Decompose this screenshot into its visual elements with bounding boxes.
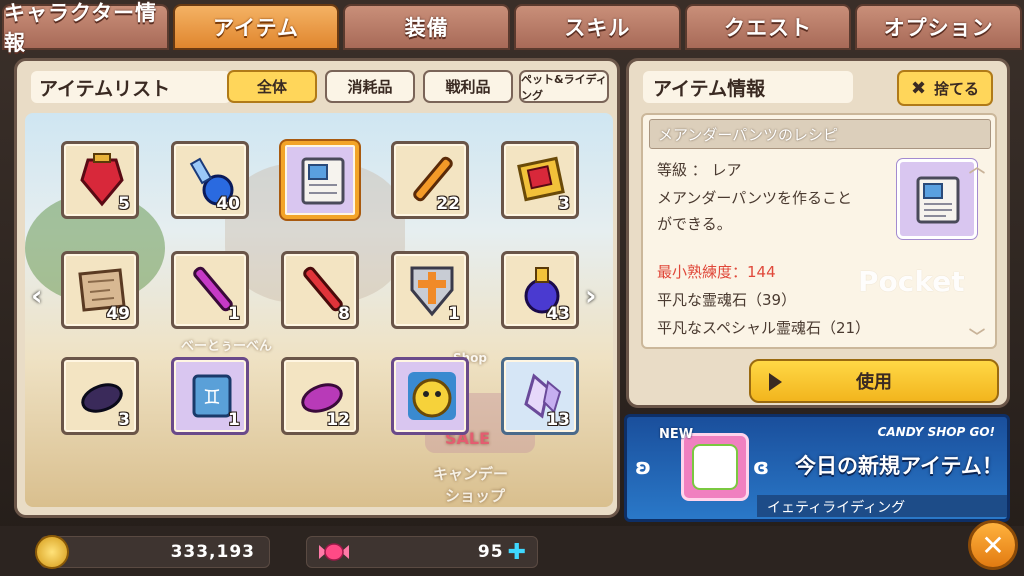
recipe-scroll-icon bbox=[301, 157, 345, 205]
item-count: 13 bbox=[546, 410, 570, 430]
item-slot[interactable]: 3 bbox=[61, 357, 139, 435]
item-count: 1 bbox=[228, 304, 240, 324]
filter-consumables-button[interactable]: 消耗品 bbox=[325, 70, 415, 103]
item-slot[interactable]: 22 bbox=[391, 141, 469, 219]
banner-item-name: イェティライディング bbox=[767, 500, 906, 516]
candy-shop-label: CANDY SHOP GO! bbox=[877, 425, 995, 439]
item-slot[interactable]: 12 bbox=[281, 357, 359, 435]
tab-character-info[interactable]: キャラクター情報 bbox=[2, 1, 169, 55]
candy-icon bbox=[319, 543, 349, 561]
item-count: 1 bbox=[448, 304, 460, 324]
item-info-panel: アイテム情報 ✖ 捨てる メアンダーパンツのレシピ Pocket 等級 ： レア… bbox=[626, 58, 1010, 408]
next-page-arrow-icon[interactable]: › bbox=[585, 279, 597, 312]
item-slot[interactable]: 43 bbox=[501, 251, 579, 329]
scene-player-name: べーとぅーべん bbox=[181, 339, 273, 354]
right-wing-icon: ɞ bbox=[753, 455, 770, 480]
material-line-1: 平凡な霊魂石（39） bbox=[657, 291, 797, 309]
top-tab-bar: キャラクター情報 アイテム 装備 スキル クエスト オプション bbox=[0, 0, 1024, 55]
scroll-down-icon[interactable]: ﹀ bbox=[969, 323, 985, 347]
item-list-title: アイテムリスト bbox=[31, 71, 231, 103]
pocket-watermark: Pocket bbox=[858, 265, 965, 298]
item-slot[interactable] bbox=[391, 357, 469, 435]
item-grade: 等級 ： レア bbox=[657, 161, 742, 179]
item-slot[interactable]: 5 bbox=[61, 141, 139, 219]
item-count: 3 bbox=[118, 410, 130, 430]
meso-display: 333,193 bbox=[35, 535, 270, 569]
item-slot[interactable]: 49 bbox=[61, 251, 139, 329]
item-slot[interactable]: ♊ 1 bbox=[171, 357, 249, 435]
recipe-scroll-icon bbox=[916, 176, 960, 224]
filter-all-button[interactable]: 全体 bbox=[227, 70, 317, 103]
candy-display[interactable]: 95 ✚ bbox=[306, 536, 538, 568]
play-icon bbox=[769, 373, 782, 391]
item-count: 12 bbox=[326, 410, 350, 430]
left-wing-icon: ʚ bbox=[635, 455, 652, 480]
item-info-title: アイテム情報 bbox=[643, 71, 853, 103]
bottom-currency-bar: 333,193 95 ✚ bbox=[0, 526, 1024, 576]
scene-candy-shop-text: キャンデー bbox=[433, 465, 509, 483]
filter-loot-button[interactable]: 戦利品 bbox=[423, 70, 513, 103]
item-count: 5 bbox=[118, 194, 130, 214]
item-count: 40 bbox=[216, 194, 240, 214]
discard-button[interactable]: ✖ 捨てる bbox=[897, 70, 993, 106]
yellow-pet-icon bbox=[408, 372, 456, 420]
item-slot[interactable]: 1 bbox=[391, 251, 469, 329]
item-name: メアンダーパンツのレシピ bbox=[649, 119, 991, 149]
item-description-line-1: メアンダーパンツを作ること bbox=[657, 189, 853, 207]
new-tag: NEW bbox=[659, 427, 694, 442]
close-x-icon: ✖ bbox=[910, 77, 927, 99]
banner-headline: 今日の新規アイテム！ bbox=[795, 454, 1003, 478]
inventory-screen: キャラクター情報 アイテム 装備 スキル クエスト オプション アイテムリスト … bbox=[0, 0, 1024, 576]
min-proficiency: 最小熟練度：144 bbox=[657, 263, 776, 281]
item-slot[interactable]: 40 bbox=[171, 141, 249, 219]
close-icon[interactable]: ✕ bbox=[968, 520, 1018, 570]
yeti-riding-icon bbox=[694, 446, 736, 488]
use-label: 使用 bbox=[856, 372, 892, 393]
item-count: 49 bbox=[106, 304, 130, 324]
tab-skills[interactable]: スキル bbox=[514, 4, 681, 50]
discard-label: 捨てる bbox=[934, 79, 980, 98]
item-count: 1 bbox=[228, 410, 240, 430]
item-list-panel: アイテムリスト 全体 消耗品 戦利品 ペット&ライディング Shop SALE … bbox=[14, 58, 620, 561]
plus-icon[interactable]: ✚ bbox=[508, 540, 527, 565]
item-description-line-2: ができる。 bbox=[657, 215, 732, 233]
scene-candy-shop-text-2: ショップ bbox=[445, 487, 506, 505]
item-slot[interactable]: 3 bbox=[501, 141, 579, 219]
item-count: 3 bbox=[558, 194, 570, 214]
scroll-up-icon[interactable]: ︿ bbox=[969, 153, 985, 177]
tab-options[interactable]: オプション bbox=[855, 4, 1023, 50]
meso-amount: 333,193 bbox=[170, 542, 255, 562]
candy-shop-banner[interactable]: ʚ ɞ NEW CANDY SHOP GO! 今日の新規アイテム！ イェティライ… bbox=[624, 414, 1010, 522]
item-slot[interactable]: 1 bbox=[171, 251, 249, 329]
prev-page-arrow-icon[interactable]: ‹ bbox=[31, 279, 43, 312]
item-slot[interactable] bbox=[281, 141, 359, 219]
use-button[interactable]: 使用 bbox=[749, 359, 999, 403]
coin-icon bbox=[35, 535, 69, 569]
item-detail-box: メアンダーパンツのレシピ Pocket 等級 ： レア メアンダーパンツを作るこ… bbox=[641, 113, 997, 349]
item-thumbnail bbox=[897, 159, 977, 239]
tab-equipment[interactable]: 装備 bbox=[343, 4, 511, 50]
item-count: 8 bbox=[338, 304, 350, 324]
item-count: 22 bbox=[436, 194, 460, 214]
featured-item-box bbox=[681, 433, 749, 501]
filter-pet-riding-button[interactable]: ペット&ライディング bbox=[519, 70, 609, 103]
tab-quests[interactable]: クエスト bbox=[684, 4, 852, 50]
material-line-2: 平凡なスペシャル霊魂石（21） bbox=[657, 319, 871, 337]
item-count: 43 bbox=[546, 304, 570, 324]
item-slot[interactable]: 8 bbox=[281, 251, 359, 329]
item-slot[interactable]: 13 bbox=[501, 357, 579, 435]
candy-amount: 95 bbox=[477, 542, 504, 562]
tab-items[interactable]: アイテム bbox=[172, 4, 340, 50]
svg-text:♊: ♊ bbox=[203, 385, 221, 409]
